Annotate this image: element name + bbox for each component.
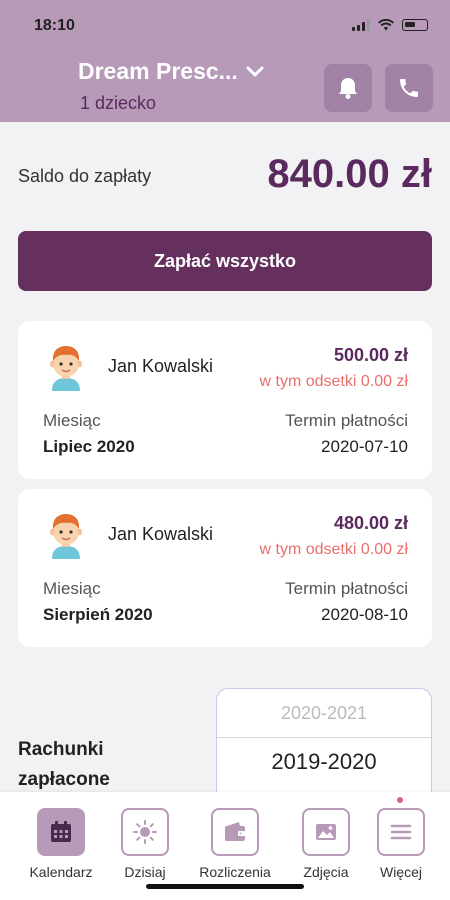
menu-icon	[390, 824, 412, 840]
notification-dot	[397, 797, 403, 803]
month-value: Sierpień 2020	[43, 605, 153, 624]
tab-calendar[interactable]: Kalendarz	[16, 808, 106, 880]
school-name: Dream Presc...	[78, 58, 238, 84]
status-icons	[352, 19, 428, 31]
tab-settlements[interactable]: Rozliczenia	[190, 808, 280, 880]
signal-icon	[352, 19, 370, 31]
picker-divider	[217, 737, 431, 738]
child-avatar	[50, 514, 82, 559]
due-date-label: Termin płatności	[285, 411, 408, 430]
tab-today[interactable]: Dzisiaj	[100, 808, 190, 880]
sun-icon	[133, 820, 157, 844]
month-label: Miesiąc	[43, 579, 101, 598]
tab-label: Dzisiaj	[124, 864, 166, 880]
payment-interest: w tym odsetki 0.00 zł	[259, 541, 409, 558]
wifi-icon	[378, 19, 394, 31]
year-option[interactable]: 2020-2021	[217, 703, 431, 724]
child-avatar	[50, 346, 82, 391]
month-label: Miesiąc	[43, 411, 101, 430]
child-name: Jan Kowalski	[108, 356, 214, 376]
child-name: Jan Kowalski	[108, 524, 214, 544]
notifications-button[interactable]	[324, 64, 372, 112]
home-indicator	[146, 884, 304, 889]
chevron-down-icon	[246, 66, 264, 76]
tab-label: Rozliczenia	[199, 864, 271, 880]
wallet-icon	[225, 822, 245, 841]
balance-value: 840.00 zł	[267, 152, 432, 196]
payment-card[interactable]: Jan Kowalski 480.00 zł w tym odsetki 0.0…	[18, 489, 432, 647]
tab-label: Więcej	[379, 864, 422, 880]
paid-bills-label: Rachunki zapłacone	[18, 735, 110, 795]
payment-amount: 480.00 zł	[333, 513, 408, 533]
due-date-value: 2020-07-10	[321, 437, 408, 456]
calendar-icon	[51, 821, 71, 842]
due-date-value: 2020-08-10	[321, 605, 408, 624]
selected-year[interactable]: 2019-2020	[217, 749, 431, 775]
children-count: 1 dziecko	[80, 93, 157, 113]
pay-all-button[interactable]: Zapłać wszystko	[18, 231, 432, 291]
tab-more[interactable]: Więcej	[356, 808, 446, 880]
tab-label: Kalendarz	[29, 864, 93, 880]
paid-bills-label-line1: Rachunki	[18, 739, 104, 760]
app-header: 18:10 Dream Presc... 1 dziecko	[0, 0, 450, 122]
payment-card[interactable]: Jan Kowalski 500.00 zł w tym odsetki 0.0…	[18, 321, 432, 479]
battery-icon	[402, 19, 428, 31]
balance-label: Saldo do zapłaty	[18, 166, 152, 186]
call-button[interactable]	[385, 64, 433, 112]
school-selector[interactable]: Dream Presc...	[78, 58, 264, 85]
payment-interest: w tym odsetki 0.00 zł	[259, 373, 409, 390]
paid-bills-label-line2: zapłacone	[18, 769, 110, 790]
phone-icon	[400, 79, 418, 97]
payment-amount: 500.00 zł	[333, 345, 408, 365]
month-value: Lipiec 2020	[43, 437, 135, 456]
due-date-label: Termin płatności	[285, 579, 408, 598]
status-time: 18:10	[34, 17, 75, 34]
bell-icon	[339, 78, 357, 99]
image-icon	[316, 824, 336, 840]
status-bar: 18:10	[0, 0, 450, 52]
